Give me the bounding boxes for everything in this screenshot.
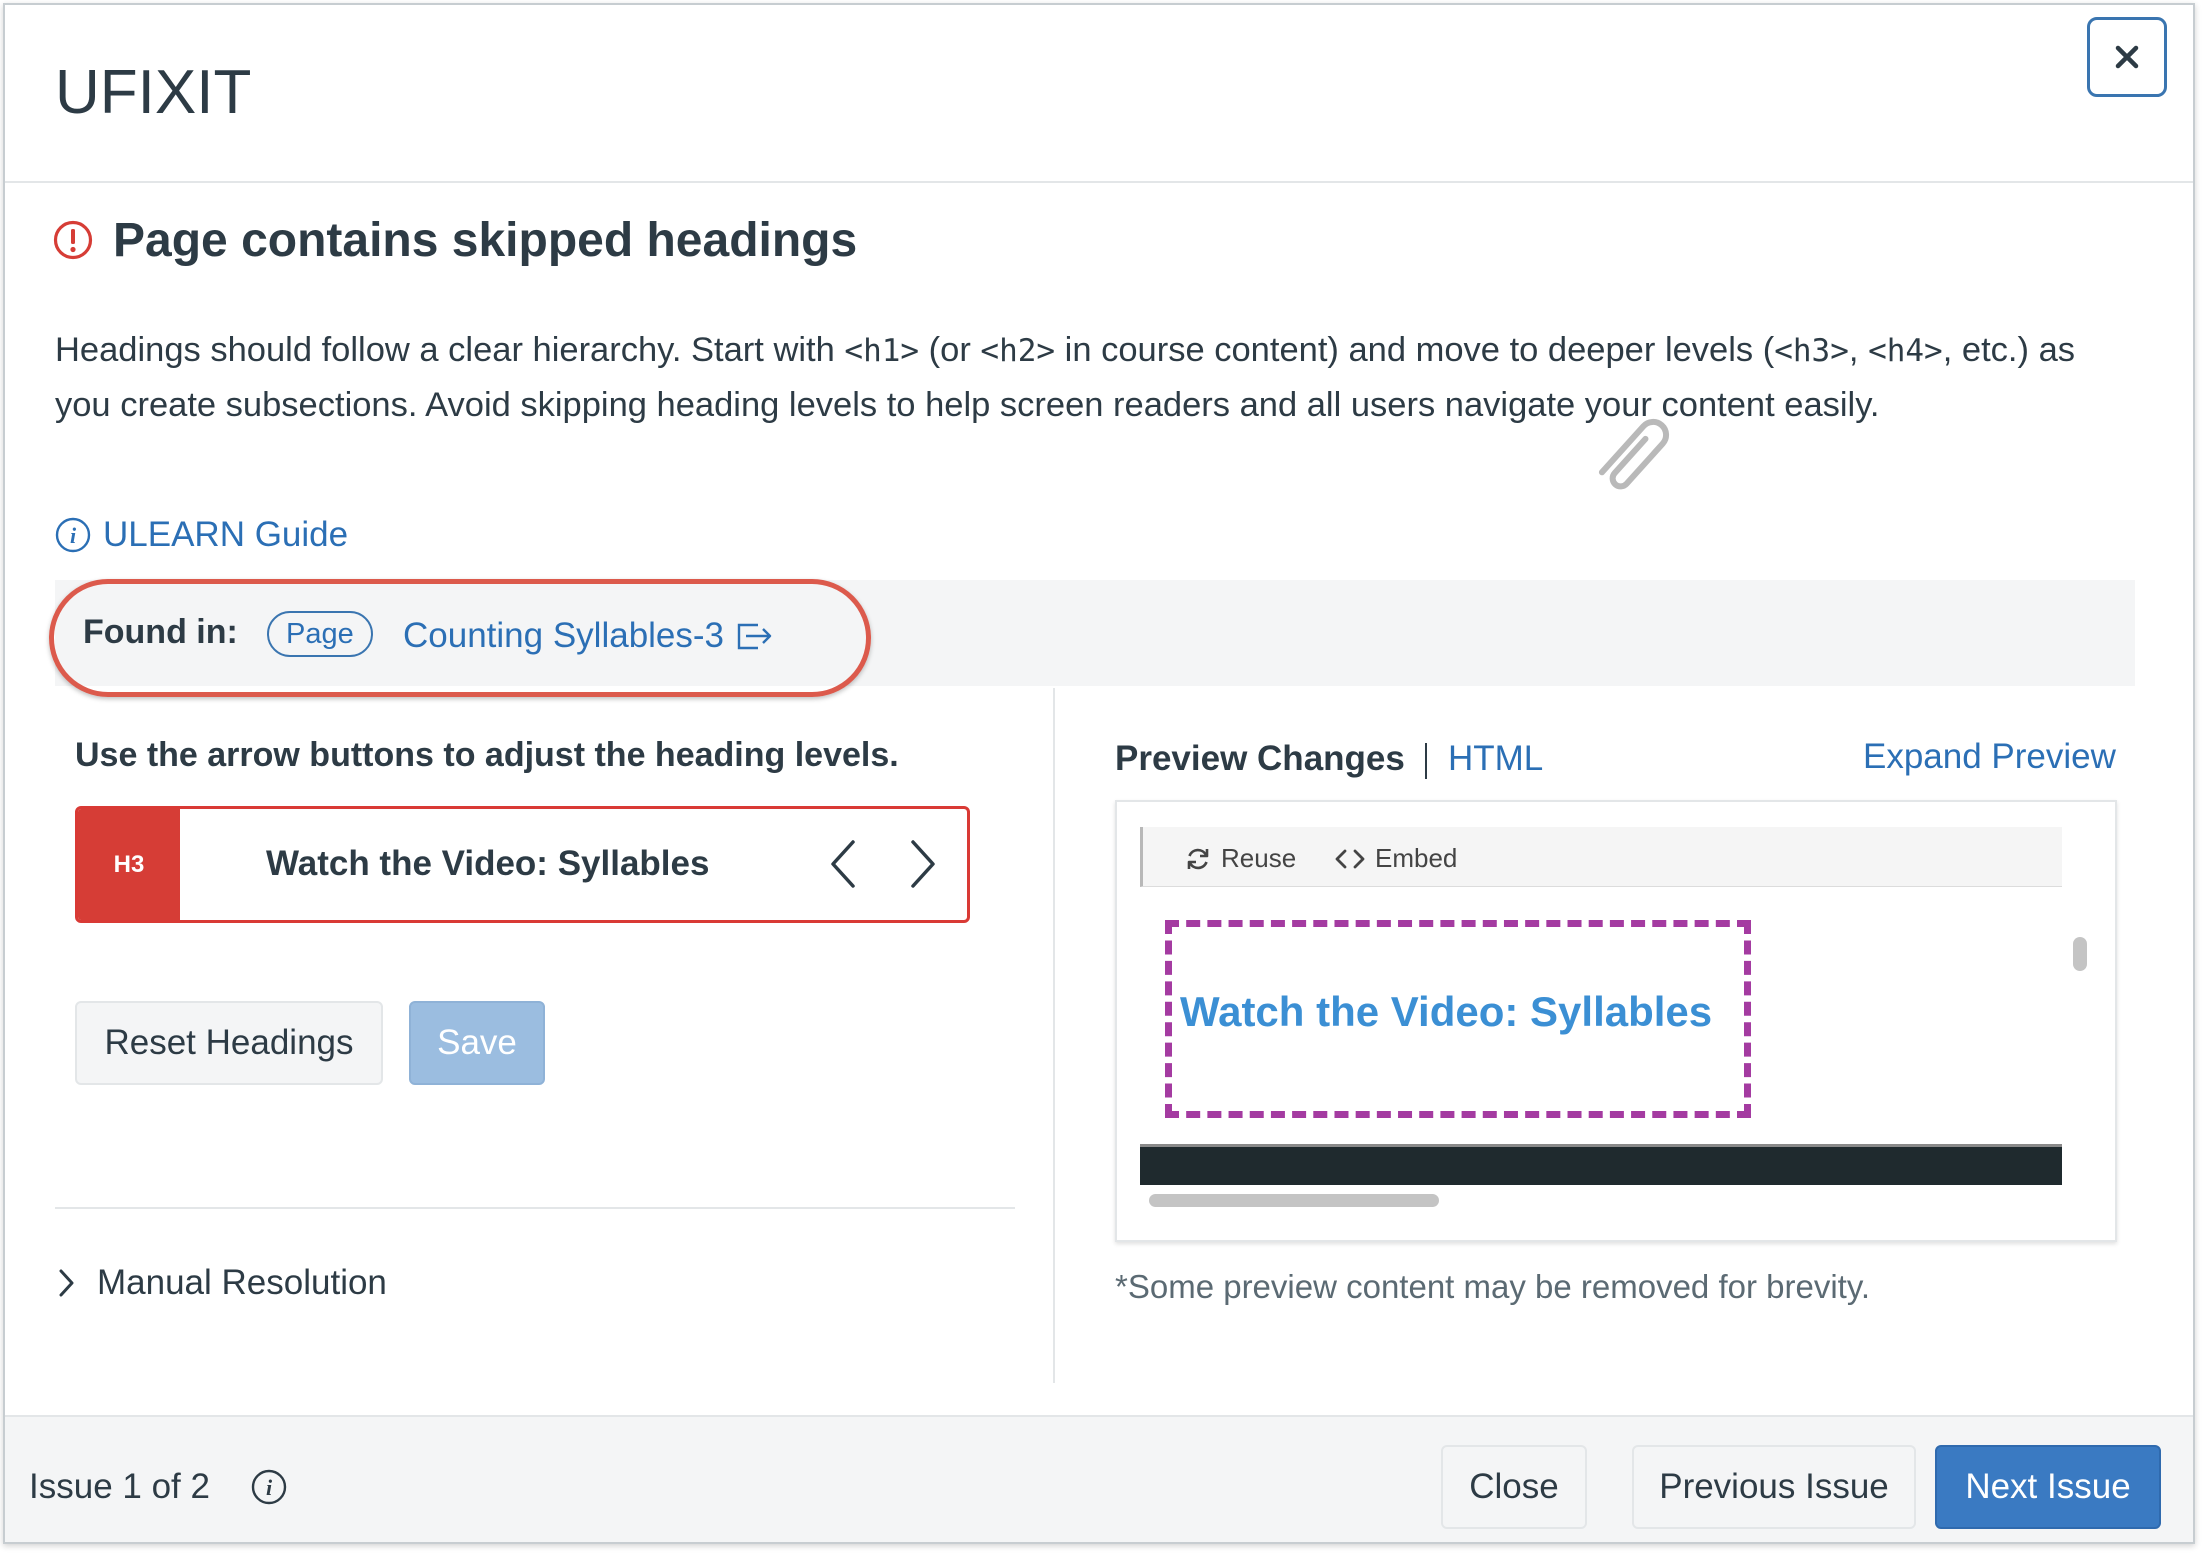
found-in-link-label: Counting Syllables-3	[403, 616, 725, 655]
close-dialog-button[interactable]	[2087, 17, 2167, 97]
embed-label: Embed	[1375, 843, 1458, 873]
decrease-level-button[interactable]	[813, 831, 873, 897]
issue-counter: Issue 1 of 2	[29, 1467, 210, 1506]
external-link-icon	[737, 623, 772, 650]
chevron-right-icon	[59, 1269, 74, 1297]
svg-text:i: i	[266, 1475, 273, 1500]
dialog-footer: Issue 1 of 2 i Close Previous Issue Next…	[5, 1415, 2193, 1542]
previous-issue-button[interactable]: Previous Issue	[1632, 1445, 1916, 1529]
ulearn-guide-label: ULEARN Guide	[103, 515, 349, 554]
header-divider	[5, 181, 2193, 183]
tab-separator	[1425, 743, 1427, 779]
found-in-link[interactable]: Counting Syllables-3	[403, 616, 774, 656]
preview-heading: Watch the Video: Syllables	[1180, 988, 1713, 1035]
tab-html[interactable]: HTML	[1448, 739, 1543, 779]
preview-note: *Some preview content may be removed for…	[1115, 1268, 1871, 1305]
preview-video-strip	[1140, 1144, 2062, 1185]
manual-resolution-label: Manual Resolution	[97, 1263, 387, 1302]
heading-text: Watch the Video: Syllables	[266, 844, 710, 883]
preview-horizontal-scrollbar[interactable]	[1149, 1194, 1439, 1207]
code-icon	[1335, 849, 1365, 868]
issue-description: Headings should follow a clear hierarchy…	[55, 323, 2135, 432]
refresh-icon	[1187, 848, 1209, 869]
ulearn-guide-link[interactable]: i ULEARN Guide	[55, 515, 348, 555]
alert-icon	[53, 220, 93, 260]
description-text: in course content) and move to deeper le…	[1055, 331, 1775, 369]
svg-text:i: i	[70, 523, 77, 548]
increase-level-button[interactable]	[893, 831, 953, 897]
code-h3: <h3>	[1774, 333, 1849, 369]
heading-level-badge: H3	[78, 809, 180, 920]
tab-preview-changes[interactable]: Preview Changes	[1115, 739, 1405, 779]
content-type-badge: Page	[267, 611, 373, 657]
info-icon: i	[55, 517, 91, 553]
chevron-left-icon	[831, 840, 855, 888]
reset-headings-button[interactable]: Reset Headings	[75, 1001, 383, 1085]
ufixit-dialog: UFIXIT Page contains skipped headings He…	[3, 3, 2195, 1544]
section-divider	[55, 1207, 1015, 1209]
code-h4: <h4>	[1868, 333, 1943, 369]
embed-button[interactable]: Embed	[1335, 843, 1457, 874]
description-text: ,	[1848, 331, 1869, 369]
code-h2: <h2>	[980, 333, 1056, 369]
heading-level-row: H3 Watch the Video: Syllables	[75, 806, 970, 923]
preview-vertical-scrollbar[interactable]	[2073, 937, 2087, 971]
close-icon	[2115, 45, 2139, 69]
code-h1: <h1>	[844, 333, 920, 369]
next-issue-button[interactable]: Next Issue	[1935, 1445, 2161, 1529]
issue-title: Page contains skipped headings	[113, 214, 858, 267]
reuse-button[interactable]: Reuse	[1185, 843, 1296, 874]
save-button[interactable]: Save	[409, 1001, 545, 1085]
reuse-label: Reuse	[1221, 843, 1297, 873]
manual-resolution-toggle[interactable]: Manual Resolution	[57, 1263, 387, 1303]
paperclip-icon	[1598, 418, 1670, 490]
column-divider	[1053, 688, 1055, 1383]
instruction-text: Use the arrow buttons to adjust the head…	[75, 736, 899, 774]
info-icon[interactable]: i	[251, 1469, 287, 1505]
description-text: (or	[919, 331, 981, 369]
description-text: Headings should follow a clear hierarchy…	[55, 331, 845, 369]
preview-toolbar: Reuse Embed	[1140, 827, 2062, 887]
expand-preview-link[interactable]: Expand Preview	[1863, 737, 2116, 777]
close-button[interactable]: Close	[1441, 1445, 1587, 1529]
found-in-label: Found in:	[83, 613, 238, 651]
chevron-right-icon	[911, 840, 935, 888]
app-title: UFIXIT	[55, 58, 252, 127]
preview-pane: Reuse Embed Watch the Video: Syllables	[1115, 800, 2117, 1242]
